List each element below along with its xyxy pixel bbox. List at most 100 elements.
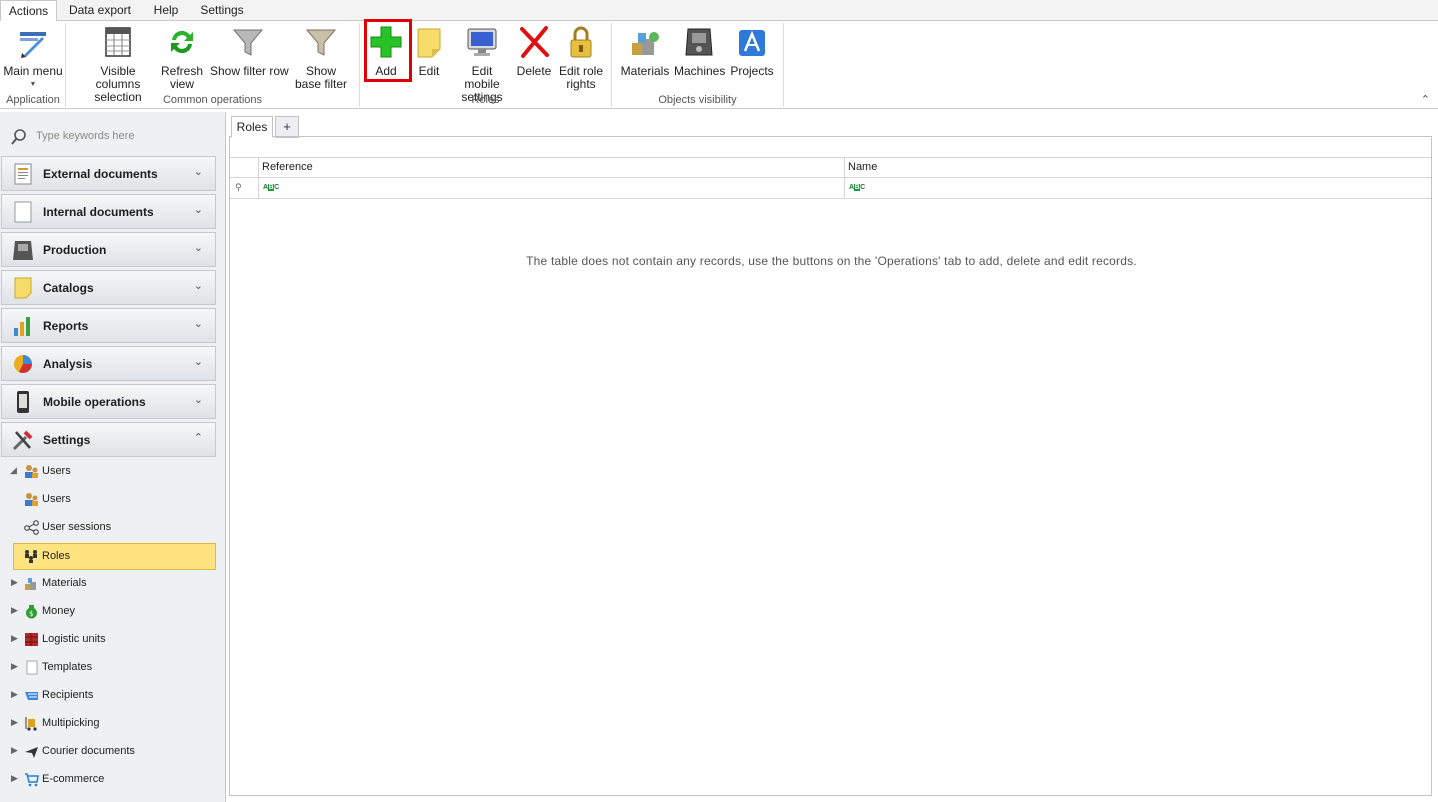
nav-group-analysis[interactable]: Analysis ⌄: [1, 346, 216, 381]
main-menu-button[interactable]: Main menu ▼: [3, 25, 63, 91]
projects-icon: [735, 25, 769, 59]
tree-item-logistic-units[interactable]: ▶ Logistic units: [0, 627, 216, 652]
users-icon: [24, 464, 39, 479]
nav-group-internal-documents[interactable]: Internal documents ⌄: [1, 194, 216, 229]
machines-visibility-button[interactable]: Machines: [674, 25, 725, 78]
nav-group-settings[interactable]: Settings ⌃: [1, 422, 216, 457]
collapsed-arrow-icon: ▶: [11, 661, 18, 671]
edit-role-rights-button[interactable]: Edit role rights: [558, 25, 604, 91]
nav-group-production[interactable]: Production ⌄: [1, 232, 216, 267]
show-filter-row-button[interactable]: Show filter row: [210, 25, 289, 78]
empty-table-message: The table does not contain any records, …: [526, 254, 1137, 268]
content-area: Roles + Reference Name ⚲ ABC ABC The tab…: [229, 112, 1436, 802]
machine-icon: [682, 25, 716, 59]
tree-item-money[interactable]: ▶ $ Money: [0, 599, 216, 624]
edit-button[interactable]: Edit: [410, 25, 448, 78]
search-box[interactable]: Type keywords here: [8, 126, 218, 146]
internal-documents-icon: [11, 200, 35, 224]
edit-mobile-settings-button[interactable]: Edit mobile settings: [454, 25, 510, 104]
monitor-icon: [465, 25, 499, 59]
group-label-common-operations: Common operations: [162, 94, 263, 106]
dropdown-arrow-icon: ▼: [29, 81, 37, 88]
edit-note-icon: [412, 25, 446, 59]
tree-item-e-commerce[interactable]: ▶ E-commerce: [0, 767, 216, 792]
tree-item-materials[interactable]: ▶ Materials: [0, 571, 216, 596]
production-icon: [11, 238, 35, 262]
tree-item-courier-documents[interactable]: ▶ Courier documents: [0, 739, 216, 764]
reports-chart-icon: [11, 314, 35, 338]
expanded-arrow-icon: ◢: [10, 465, 17, 475]
show-base-filter-button[interactable]: Show base filter: [292, 25, 350, 91]
filter-icon: [231, 25, 265, 59]
tree-item-roles[interactable]: Roles: [13, 543, 216, 570]
tab-actions[interactable]: Actions: [0, 0, 57, 21]
column-header-name[interactable]: Name: [844, 157, 1431, 178]
collapsed-arrow-icon: ▶: [11, 577, 18, 587]
ribbon: Main menu ▼ Application Visible columns …: [0, 20, 1438, 109]
forklift-icon: [24, 716, 39, 731]
recipients-icon: [24, 688, 39, 703]
tree-item-users[interactable]: Users: [0, 487, 216, 512]
visible-columns-button[interactable]: Visible columns selection: [80, 25, 156, 104]
roles-icon: [24, 549, 39, 564]
projects-visibility-button[interactable]: Projects: [728, 25, 776, 78]
column-divider: [844, 157, 845, 199]
collapsed-arrow-icon: ▶: [11, 633, 18, 643]
table-columns-icon: [101, 25, 135, 59]
collapsed-arrow-icon: ▶: [11, 773, 18, 783]
tree-item-user-sessions[interactable]: User sessions: [0, 515, 216, 540]
tree-item-multipicking[interactable]: ▶ Multipicking: [0, 711, 216, 736]
main-menu-icon: [16, 25, 50, 59]
template-page-icon: [24, 660, 39, 675]
shopping-cart-icon: [24, 772, 39, 787]
logistic-units-icon: [24, 632, 39, 647]
chevron-down-icon: ⌄: [193, 394, 203, 406]
refresh-view-button[interactable]: Refresh view: [160, 25, 204, 91]
menu-bar: Actions Data export Help Settings: [0, 0, 1438, 21]
collapsed-arrow-icon: ▶: [11, 717, 18, 727]
group-label-roles: Roles: [471, 94, 500, 106]
chevron-down-icon: ⌄: [193, 356, 203, 368]
analysis-icon: [11, 352, 35, 376]
money-bag-icon: $: [24, 604, 39, 619]
delete-x-icon: [517, 25, 551, 59]
mobile-phone-icon: [11, 390, 35, 414]
nav-group-mobile-operations[interactable]: Mobile operations ⌄: [1, 384, 216, 419]
nav-group-external-documents[interactable]: External documents ⌄: [1, 156, 216, 191]
tab-help[interactable]: Help: [146, 0, 186, 21]
sidebar: Type keywords here External documents ⌄ …: [0, 112, 226, 802]
settings-tools-icon: [11, 428, 35, 452]
column-divider: [258, 157, 259, 199]
group-label-application: Application: [6, 94, 60, 106]
nav-group-reports[interactable]: Reports ⌄: [1, 308, 216, 343]
tab-settings[interactable]: Settings: [196, 0, 248, 21]
materials-icon: [24, 576, 39, 591]
collapse-ribbon-icon[interactable]: ⌃: [1421, 93, 1430, 106]
chevron-down-icon: ⌄: [193, 204, 203, 216]
roles-grid: Reference Name ⚲ ABC ABC The table does …: [229, 136, 1432, 796]
tab-data-export[interactable]: Data export: [62, 0, 138, 21]
tree-item-recipients[interactable]: ▶ Recipients: [0, 683, 216, 708]
base-filter-icon: [304, 25, 338, 59]
svg-text:$: $: [29, 610, 33, 618]
delete-button[interactable]: Delete: [514, 25, 554, 78]
search-icon: [10, 128, 28, 146]
search-placeholder: Type keywords here: [36, 130, 135, 142]
filter-row-indicator: ⚲: [230, 178, 258, 199]
external-documents-icon: [11, 162, 35, 186]
row-indicator-header: [230, 157, 258, 178]
materials-icon: [628, 25, 662, 59]
group-label-objects-visibility: Objects visibility: [658, 94, 737, 106]
chevron-down-icon: ⌄: [193, 242, 203, 254]
column-header-reference[interactable]: Reference: [258, 157, 844, 178]
chevron-down-icon: ⌄: [193, 318, 203, 330]
materials-visibility-button[interactable]: Materials: [620, 25, 670, 78]
tree-item-users-folder[interactable]: ◢ Users: [0, 459, 216, 484]
tree-item-templates[interactable]: ▶ Templates: [0, 655, 216, 680]
filter-cell-reference[interactable]: ABC: [258, 178, 844, 199]
nav-group-catalogs[interactable]: Catalogs ⌄: [1, 270, 216, 305]
filter-cell-name[interactable]: ABC: [844, 178, 1431, 199]
document-tab-roles[interactable]: Roles: [231, 116, 273, 138]
add-button-highlight: [364, 19, 412, 82]
add-tab-button[interactable]: +: [275, 116, 299, 138]
